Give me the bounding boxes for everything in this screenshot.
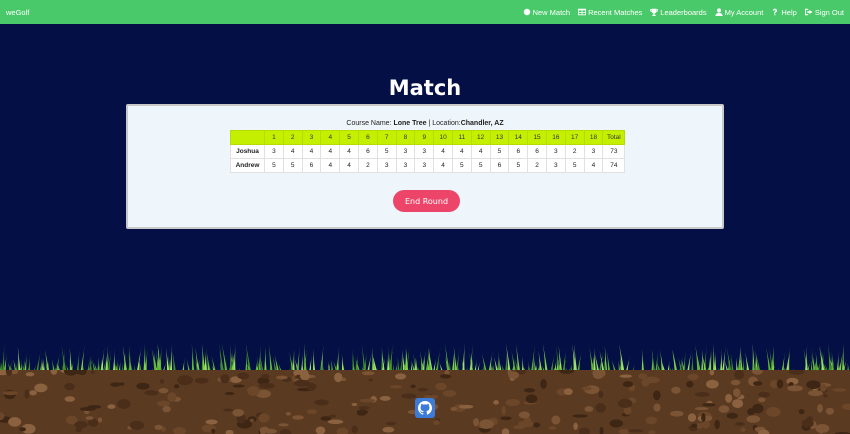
nav-recent-matches[interactable]: Recent Matches — [578, 8, 642, 17]
hole-score: 6 — [357, 144, 378, 159]
hole-header: 14 — [508, 130, 529, 145]
hole-score: 4 — [451, 144, 472, 159]
question-icon — [771, 8, 779, 16]
player-total: 74 — [602, 158, 626, 173]
hole-header: 16 — [545, 130, 566, 145]
nav-my-account[interactable]: My Account — [714, 7, 764, 17]
hole-score: 4 — [470, 144, 491, 159]
hole-score: 3 — [583, 144, 604, 159]
hole-header: 4 — [320, 130, 341, 145]
hole-header: 10 — [433, 130, 453, 145]
hole-header: 6 — [357, 130, 378, 145]
hole-score: 5 — [489, 144, 510, 159]
hole-header: 12 — [470, 130, 491, 145]
scorecard-body: Joshua 3 4 4 4 4 6 5 3 3 4 4 4 5 6 6 3 2 3 73 Andrew 5 5 6 4 4 2 3 3… — [230, 144, 626, 173]
hole-score: 4 — [320, 144, 341, 159]
course-name: Lone Tree — [393, 120, 427, 127]
hole-score: 3 — [545, 144, 566, 159]
nav-leaderboards-label: Leaderboards — [660, 7, 707, 17]
scorecard-header-row: 1 2 3 4 5 6 7 8 9 10 11 12 13 14 15 16 17 18 Total — [230, 130, 626, 145]
location-label: Location: — [432, 120, 461, 127]
top-navbar: weGolf New Match Recent Matches Leaderbo… — [0, 0, 850, 24]
nav-help[interactable]: Help — [771, 7, 797, 17]
nav-sign-out-label: Sign Out — [814, 7, 844, 17]
hole-score: 3 — [414, 158, 435, 173]
hole-score: 3 — [545, 158, 566, 173]
trophy-icon — [650, 8, 659, 16]
hole-score: 3 — [376, 158, 397, 173]
hole-score: 3 — [264, 144, 284, 159]
hole-score: 6 — [489, 158, 510, 173]
hole-header: 9 — [414, 130, 435, 145]
player-column-header — [230, 130, 265, 145]
match-card: Course Name: Lone Tree | Location:Chandl… — [126, 104, 724, 229]
table-icon — [578, 8, 587, 16]
nav-my-account-label: My Account — [724, 7, 764, 17]
hole-score: 4 — [282, 144, 303, 159]
hole-score: 4 — [339, 144, 359, 159]
hole-score: 6 — [301, 158, 322, 173]
scorecard-table: 1 2 3 4 5 6 7 8 9 10 11 12 13 14 15 16 17 18 Total Joshua 3… — [230, 130, 626, 173]
hole-score: 4 — [583, 158, 604, 173]
nav-new-match-label: New Match — [532, 7, 571, 17]
player-row: Andrew 5 5 6 4 4 2 3 3 3 4 5 5 6 5 2 3 5 4 74 — [230, 158, 626, 173]
hole-header: 1 — [264, 130, 284, 145]
hole-header: 5 — [339, 130, 359, 145]
user-icon — [714, 8, 723, 16]
hole-score: 2 — [527, 158, 547, 173]
total-header: Total — [602, 130, 626, 145]
player-total: 73 — [602, 144, 626, 159]
hole-score: 3 — [395, 144, 416, 159]
hole-score: 5 — [564, 158, 585, 173]
hole-score: 6 — [508, 144, 529, 159]
hole-score: 4 — [339, 158, 359, 173]
hole-header: 3 — [301, 130, 322, 145]
hole-score: 5 — [376, 144, 397, 159]
hole-header: 7 — [376, 130, 397, 145]
nav-help-label: Help — [781, 7, 797, 17]
dot-icon — [523, 8, 531, 16]
page-title: Match — [388, 76, 462, 100]
github-icon[interactable] — [415, 398, 435, 418]
course-name-label: Course Name: — [346, 120, 394, 127]
end-round-button[interactable]: End Round — [393, 190, 460, 212]
nav-recent-matches-label: Recent Matches — [588, 7, 643, 17]
hole-score: 4 — [320, 158, 341, 173]
hole-score: 5 — [282, 158, 303, 173]
hole-score: 5 — [264, 158, 284, 173]
hole-header: 17 — [564, 130, 585, 145]
nav-sign-out[interactable]: Sign Out — [804, 7, 844, 17]
hole-header: 15 — [527, 130, 547, 145]
hole-score: 4 — [433, 144, 453, 159]
nav-menu: New Match Recent Matches Leaderboards My… — [523, 8, 844, 17]
player-name: Joshua — [230, 144, 265, 159]
hole-score: 3 — [414, 144, 435, 159]
course-location: Chandler, AZ — [460, 120, 504, 127]
nav-leaderboards[interactable]: Leaderboards — [650, 7, 707, 17]
hole-header: 13 — [489, 130, 510, 145]
player-row: Joshua 3 4 4 4 4 6 5 3 3 4 4 4 5 6 6 3 2 3 73 — [230, 144, 626, 159]
nav-new-match[interactable]: New Match — [523, 7, 571, 17]
brand-link[interactable]: weGolf — [6, 8, 29, 17]
hole-header: 2 — [282, 130, 303, 145]
hole-score: 4 — [433, 158, 453, 173]
hole-score: 3 — [395, 158, 416, 173]
hole-score: 4 — [301, 144, 322, 159]
hole-score: 5 — [508, 158, 529, 173]
hole-header: 8 — [395, 130, 416, 145]
hole-score: 2 — [357, 158, 378, 173]
player-name: Andrew — [230, 158, 265, 173]
sign-out-icon — [804, 8, 813, 16]
hole-score: 6 — [527, 144, 547, 159]
hole-header: 18 — [583, 130, 604, 145]
hole-score: 5 — [470, 158, 491, 173]
hole-score: 2 — [564, 144, 585, 159]
hole-header: 11 — [451, 130, 472, 145]
course-info: Course Name: Lone Tree | Location:Chandl… — [128, 120, 722, 127]
hole-score: 5 — [451, 158, 472, 173]
